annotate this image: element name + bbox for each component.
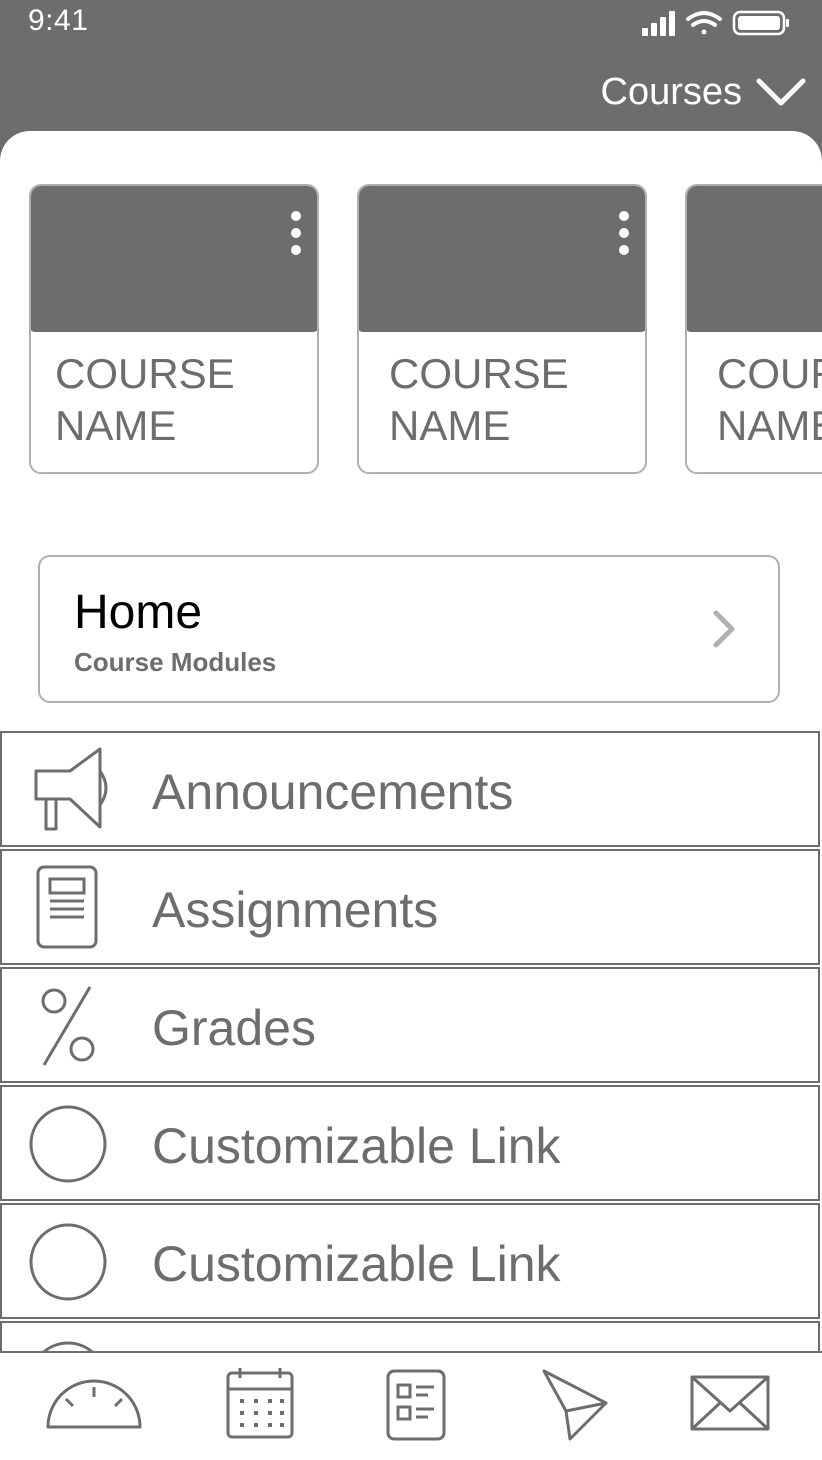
megaphone-icon [34, 747, 108, 831]
nav-item-announcements[interactable]: Announcements [0, 731, 820, 847]
calendar-icon[interactable] [210, 1367, 310, 1443]
course-card[interactable]: COURSE NAME [357, 184, 647, 474]
home-title: Home [74, 586, 203, 639]
home-subtitle: Course Modules [74, 647, 277, 677]
mail-icon[interactable] [682, 1367, 782, 1443]
home-row[interactable]: Home Course Modules [38, 555, 780, 703]
more-vertical-icon[interactable] [617, 210, 631, 256]
course-card[interactable]: COURSE NAME [685, 184, 822, 474]
course-card-name: COURSE NAME [389, 350, 569, 449]
todo-list-icon[interactable] [366, 1367, 466, 1443]
tab-bar [0, 1351, 822, 1460]
chevron-down-icon [756, 78, 806, 106]
nav-label: Assignments [152, 882, 439, 938]
nav-item-customizable-link[interactable]: Customizable Link [0, 1203, 820, 1319]
document-icon [36, 865, 98, 949]
more-vertical-icon[interactable] [289, 210, 303, 256]
dashboard-icon[interactable] [44, 1367, 144, 1443]
course-card-banner [687, 186, 822, 332]
course-card-name: COURSE NAME [55, 350, 235, 449]
course-card[interactable]: COURSE NAME [29, 184, 319, 474]
send-icon[interactable] [526, 1367, 626, 1443]
header-title: Courses [600, 70, 743, 113]
nav-label: Customizable Link [152, 1118, 561, 1174]
nav-item-assignments[interactable]: Assignments [0, 849, 820, 965]
chevron-right-icon [713, 610, 735, 648]
nav-item-customizable-link[interactable]: Customizable Link [0, 1085, 820, 1201]
course-card-banner [359, 186, 645, 332]
nav-item-grades[interactable]: Grades [0, 967, 820, 1083]
course-card-banner [31, 186, 317, 332]
course-card-name: COURSE NAME [717, 350, 822, 449]
wifi-icon [686, 11, 722, 35]
signal-icon [642, 11, 675, 36]
status-time: 9:41 [28, 4, 89, 37]
nav-label: Grades [152, 1000, 316, 1056]
course-sheet: COURSE NAME COURSE NAME COURSE NAME Home… [0, 131, 822, 1460]
circle-icon [29, 1223, 107, 1301]
nav-label: Customizable Link [152, 1236, 561, 1292]
course-switcher[interactable]: Courses [601, 68, 807, 116]
nav-label: Announcements [152, 764, 514, 820]
status-icons [642, 10, 789, 36]
battery-icon [732, 10, 789, 36]
percent-icon [41, 986, 95, 1066]
circle-icon [29, 1105, 107, 1183]
status-bar: 9:41 [0, 0, 822, 50]
course-nav-list: Announcements Assignments Grades Customi… [0, 731, 822, 1439]
